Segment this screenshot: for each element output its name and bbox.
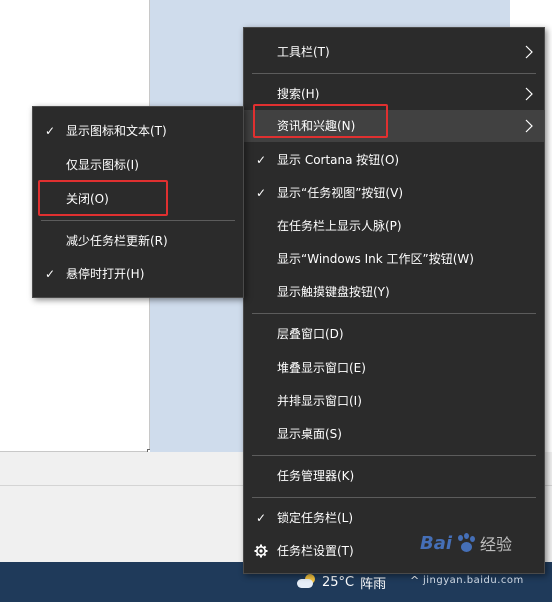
- chevron-right-icon: [524, 43, 534, 61]
- gear-icon: [254, 544, 268, 558]
- menu-item-task-manager[interactable]: 任务管理器(K): [244, 460, 544, 492]
- checkmark-icon: ✓: [255, 511, 267, 525]
- menu-separator: [252, 73, 536, 74]
- checkmark-icon: ✓: [44, 124, 56, 138]
- menu-item-show-windows-ink[interactable]: 显示“Windows Ink 工作区”按钮(W): [244, 243, 544, 275]
- news-and-interests-widget[interactable]: 25°C 阵雨: [296, 574, 387, 592]
- temperature: 25°C: [322, 574, 355, 590]
- system-tray[interactable]: ^: [410, 574, 419, 587]
- tray-chevron-up-icon[interactable]: ^: [410, 574, 419, 587]
- submenu-item-show-icon-only[interactable]: 仅显示图标(I): [33, 149, 243, 181]
- menu-item-show-cortana-button[interactable]: ✓ 显示 Cortana 按钮(O): [244, 144, 544, 176]
- chevron-right-icon: [524, 85, 534, 103]
- menu-item-show-task-view-button[interactable]: ✓ 显示“任务视图”按钮(V): [244, 177, 544, 209]
- menu-item-toolbars[interactable]: 工具栏(T): [244, 36, 544, 68]
- chevron-right-icon: [524, 117, 534, 135]
- menu-item-news-and-interests[interactable]: 资讯和兴趣(N): [244, 110, 544, 142]
- submenu-item-reduce-updates[interactable]: 减少任务栏更新(R): [33, 225, 243, 257]
- menu-item-stack-windows[interactable]: 堆叠显示窗口(E): [244, 352, 544, 384]
- submenu-item-turn-off[interactable]: 关闭(O): [33, 183, 243, 215]
- menu-item-show-desktop[interactable]: 显示桌面(S): [244, 418, 544, 450]
- menu-separator: [252, 455, 536, 456]
- weather-condition: 阵雨: [360, 576, 387, 592]
- news-and-interests-submenu: ✓ 显示图标和文本(T) 仅显示图标(I) 关闭(O) 减少任务栏更新(R) ✓…: [32, 106, 244, 298]
- menu-separator: [41, 220, 235, 221]
- menu-separator: [252, 497, 536, 498]
- menu-separator: [252, 313, 536, 314]
- menu-item-side-by-side[interactable]: 并排显示窗口(I): [244, 385, 544, 417]
- submenu-item-open-on-hover[interactable]: ✓ 悬停时打开(H): [33, 258, 243, 290]
- checkmark-icon: ✓: [255, 153, 267, 167]
- submenu-item-show-icon-and-text[interactable]: ✓ 显示图标和文本(T): [33, 115, 243, 147]
- menu-item-show-people[interactable]: 在任务栏上显示人脉(P): [244, 210, 544, 242]
- partly-cloudy-icon: [296, 574, 316, 590]
- taskbar-context-menu: 工具栏(T) 搜索(H) 资讯和兴趣(N) ✓ 显示 Cortana 按钮(O)…: [243, 27, 545, 574]
- menu-item-search[interactable]: 搜索(H): [244, 78, 544, 110]
- menu-item-cascade-windows[interactable]: 层叠窗口(D): [244, 318, 544, 350]
- checkmark-icon: ✓: [255, 186, 267, 200]
- checkmark-icon: ✓: [44, 267, 56, 281]
- baidu-paw-icon: [456, 533, 476, 553]
- watermark-url: jingyan.baidu.com: [423, 575, 524, 586]
- baidu-watermark: Bai 经验: [420, 532, 513, 555]
- menu-item-show-touch-keyboard[interactable]: 显示触摸键盘按钮(Y): [244, 276, 544, 308]
